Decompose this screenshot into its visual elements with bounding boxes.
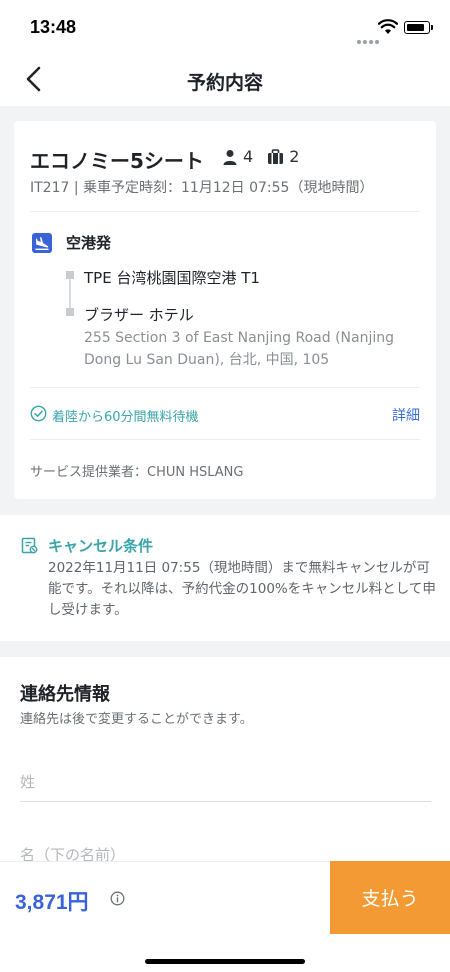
divider <box>30 439 420 440</box>
cancellation-policy-icon <box>21 537 38 554</box>
page-title: 予約内容 <box>186 72 263 94</box>
luggage-count: 2 <box>289 147 300 166</box>
cancellation-policy-section: キャンセル条件 2022年11月11日 07:55（現地時間）まで無料キャンセル… <box>0 515 450 641</box>
info-icon[interactable] <box>110 891 125 906</box>
cancellation-text: 2022年11月11日 07:55（現地時間）まで無料キャンセルが可能です。それ… <box>48 560 436 618</box>
pickup-location: TPE 台湾桃園国際空港 T1 <box>84 269 260 287</box>
divider <box>30 211 420 212</box>
pickup-marker <box>66 271 74 279</box>
home-indicator-area <box>0 934 450 972</box>
trip-info: IT217 | 乗車予定時刻：11月12日 07:55（現地時間） <box>30 180 374 196</box>
route-heading: 空港発 <box>66 234 112 252</box>
dropoff-marker <box>66 308 74 316</box>
nav-bar: 予約内容 <box>0 52 450 106</box>
capacity-info: 4 2 <box>222 147 299 166</box>
payment-bar: 3,871円 支払う <box>0 861 450 934</box>
divider <box>30 387 420 388</box>
contact-title: 連絡先情報 <box>20 684 110 705</box>
booking-summary-card: エコノミー5シート 4 2 IT217 | 乗車予定時刻：11月12日 07:5… <box>14 121 436 499</box>
status-time: 13:48 <box>30 17 77 37</box>
pay-button[interactable]: 支払う <box>330 861 450 934</box>
airplane-arrival-icon <box>32 233 52 253</box>
vehicle-type: エコノミー5シート <box>30 149 204 173</box>
details-link[interactable]: 詳細 <box>392 405 420 425</box>
service-provider: サービス提供業者：CHUN HSLANG <box>30 465 244 480</box>
passenger-count: 4 <box>243 147 254 166</box>
status-bar: 13:48 <box>0 0 450 52</box>
contact-subtitle: 連絡先は後で変更することができます。 <box>20 712 253 727</box>
person-icon <box>223 149 237 165</box>
cancellation-title: キャンセル条件 <box>48 537 154 555</box>
check-circle-icon <box>30 405 47 422</box>
battery-icon <box>404 21 433 34</box>
total-price: 3,871円 <box>15 891 89 914</box>
last-name-input[interactable] <box>20 762 431 802</box>
dropoff-location: ブラザー ホテル <box>84 306 194 324</box>
free-waiting-info: 着陸から60分間無料待機 <box>52 410 199 425</box>
luggage-icon <box>268 148 284 164</box>
home-indicator[interactable] <box>145 959 305 964</box>
dropoff-address: 255 Section 3 of East Nanjing Road (Nanj… <box>84 330 395 368</box>
wifi-icon <box>378 19 398 34</box>
